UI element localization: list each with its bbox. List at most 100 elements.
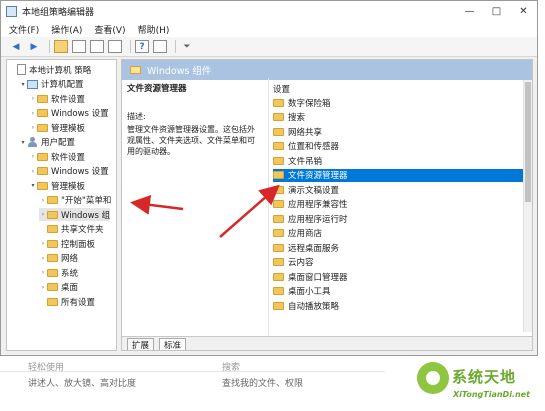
tree-item[interactable]: 所有设置 <box>39 295 95 308</box>
tree-item-label: Windows 设置 <box>51 109 109 119</box>
export-list-icon[interactable] <box>108 40 122 53</box>
settings-list-item[interactable]: 数字保险箱 <box>273 96 527 109</box>
expand-chevron-icon[interactable]: › <box>39 240 47 247</box>
settings-list[interactable]: 设置 数字保险箱搜索网络共享位置和传感器 文件吊销 文件资源管理器 演示文稿设置 应用程… <box>268 78 528 336</box>
tree-item[interactable]: 共享文件夹 <box>39 223 104 236</box>
expand-chevron-icon[interactable]: › <box>39 197 47 204</box>
expand-chevron-icon[interactable]: › <box>29 124 37 131</box>
close-button[interactable]: ✕ <box>510 1 537 21</box>
folder-icon <box>37 181 48 190</box>
settings-list-item[interactable]: 网络共享 <box>273 125 527 138</box>
tab-extended[interactable]: 扩展 <box>127 338 155 350</box>
expand-chevron-icon[interactable]: ▾ <box>19 139 27 146</box>
settings-list-item[interactable]: 远程桌面服务 <box>273 241 527 254</box>
folder-icon <box>273 214 284 223</box>
folder-icon <box>273 229 284 237</box>
filter-icon[interactable]: ⏷ <box>180 40 194 53</box>
settings-list-item[interactable]: 自动播放策略 <box>273 299 527 312</box>
tree-item[interactable]: › 控制面板 <box>39 237 95 250</box>
settings-list-item[interactable]: 桌面小工具 <box>273 285 527 298</box>
settings-list-item[interactable]: 应用程序运行时 <box>273 212 527 225</box>
settings-list-item[interactable]: 位置和传感器 <box>273 140 527 153</box>
folder-icon <box>273 156 284 165</box>
folder-icon <box>273 200 284 208</box>
tree-item[interactable]: › 软件设置 <box>29 92 85 105</box>
user-icon <box>27 137 38 147</box>
description-panel: 文件资源管理器 描述: 管理文件资源管理器设置。这包括外观属性、文件夹选项、文件… <box>127 84 261 157</box>
folder-icon <box>47 225 58 233</box>
folder-icon <box>37 109 48 117</box>
expand-chevron-icon[interactable]: › <box>39 211 47 218</box>
expand-chevron-icon[interactable]: › <box>39 284 47 291</box>
menu-file[interactable]: 文件(F) <box>9 23 39 36</box>
tree-item[interactable]: › 管理模板 <box>29 121 85 134</box>
expand-chevron-icon[interactable]: › <box>39 255 47 262</box>
tree-item[interactable]: ▾ 计算机配置 <box>19 78 84 91</box>
settings-item-label: 桌面小工具 <box>288 287 331 297</box>
tree-item[interactable]: ▾ 管理模板 <box>29 179 85 192</box>
tree-item-label: 软件设置 <box>51 94 86 105</box>
navigation-tree[interactable]: 本地计算机 策略 ▾ 计算机配置 › 软件设置 › Windows 设置 › 管理模板 ▾ 用户配置… <box>6 59 117 351</box>
minimize-button[interactable]: — <box>456 1 483 21</box>
expand-chevron-icon[interactable]: › <box>29 153 37 160</box>
expand-chevron-icon[interactable]: › <box>29 95 37 102</box>
tree-item-label: 系统 <box>61 268 79 279</box>
tree-item[interactable]: › 桌面 <box>39 281 78 294</box>
refresh-icon[interactable] <box>90 40 104 53</box>
menu-help[interactable]: 帮助(H) <box>138 23 170 36</box>
tree-item[interactable]: › 软件设置 <box>29 150 85 163</box>
tree-item[interactable]: › 网络 <box>39 252 78 265</box>
tree-item-label: Windows 组 <box>61 210 111 221</box>
settings-list-item[interactable]: 应用商店 <box>273 227 527 240</box>
vertical-scrollbar[interactable] <box>523 80 532 332</box>
title-bar[interactable]: 本地组策略编辑器 — □ ✕ <box>1 1 537 21</box>
details-header: Windows 组件 <box>122 60 532 80</box>
tree-item-label: 网络 <box>61 254 79 264</box>
policy-editor-icon <box>6 5 17 17</box>
tab-standard[interactable]: 标准 <box>159 338 187 350</box>
settings-list-item[interactable]: 桌面窗口管理器 <box>273 270 527 283</box>
settings-item-label: 自动播放策略 <box>288 301 340 312</box>
folder-icon <box>130 66 141 74</box>
expand-chevron-icon[interactable]: › <box>39 269 47 276</box>
folder-icon <box>47 283 58 291</box>
maximize-button[interactable]: □ <box>483 1 510 21</box>
tree-item[interactable]: › Windows 设置 <box>29 165 109 178</box>
expand-chevron-icon[interactable]: ▾ <box>29 182 37 189</box>
settings-list-item[interactable]: 搜索 <box>273 111 527 124</box>
show-hide-tree-icon[interactable] <box>72 40 86 53</box>
toolbar-divider <box>130 40 131 53</box>
scrollbar-thumb[interactable] <box>525 82 531 202</box>
tree-item-label: 管理模板 <box>51 123 86 134</box>
folder-up-icon[interactable] <box>54 40 68 53</box>
folder-icon <box>273 243 284 252</box>
settings-list-item[interactable]: 云内容 <box>273 256 527 269</box>
doc-icon <box>17 64 26 75</box>
tree-item-label: Windows 设置 <box>51 167 109 177</box>
tree-item[interactable]: › "开始"菜单和 <box>39 194 111 207</box>
tree-item[interactable]: ▾ 用户配置 <box>19 136 75 149</box>
ease-of-access-text: 讲述人、放大镜、高对比度 <box>28 379 137 389</box>
settings-list-item[interactable]: 应用程序兼容性 <box>273 198 527 211</box>
tree-item[interactable]: › Windows 设置 <box>29 107 109 120</box>
forward-arrow-icon[interactable]: ▶ <box>27 40 41 53</box>
settings-list-item[interactable]: 文件吊销 <box>273 154 527 167</box>
menu-action[interactable]: 操作(A) <box>51 23 82 36</box>
menu-view[interactable]: 查看(V) <box>94 23 125 36</box>
tree-item[interactable]: 本地计算机 策略 <box>9 63 91 76</box>
back-arrow-icon[interactable]: ◀ <box>9 40 23 53</box>
settings-item-label: 云内容 <box>288 258 314 268</box>
properties-icon[interactable] <box>153 40 167 53</box>
settings-list-item[interactable]: 文件资源管理器 <box>273 168 527 182</box>
help-icon[interactable]: ? <box>135 40 149 53</box>
expand-chevron-icon[interactable]: › <box>29 168 37 175</box>
tree-item[interactable]: › Windows 组 <box>39 208 111 221</box>
expand-chevron-icon[interactable]: › <box>29 110 37 117</box>
settings-column-header[interactable]: 设置 <box>273 83 290 95</box>
tree-item-label: 所有设置 <box>61 297 96 308</box>
settings-item-label: 网络共享 <box>288 127 323 138</box>
expand-chevron-icon[interactable]: ▾ <box>19 81 27 88</box>
tree-item-label: 桌面 <box>61 283 79 293</box>
tree-item[interactable]: › 系统 <box>39 266 78 279</box>
settings-list-item[interactable]: 演示文稿设置 <box>273 183 527 196</box>
